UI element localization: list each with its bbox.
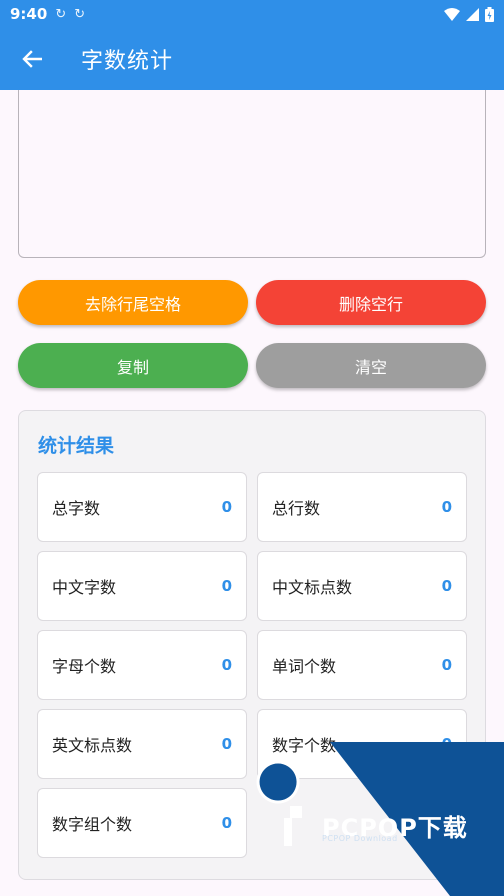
stat-value: 0 [221, 498, 232, 516]
stat-digits: 数字个数 0 [257, 709, 467, 779]
copy-button[interactable]: 复制 [18, 343, 248, 388]
stat-words: 单词个数 0 [257, 630, 467, 700]
sync-icon: ↻ [55, 6, 67, 22]
stat-value: 0 [221, 735, 232, 753]
stat-total-chars: 总字数 0 [37, 472, 247, 542]
status-time: 9:40 [10, 5, 48, 23]
wifi-icon [444, 7, 460, 21]
stat-label: 数字组个数 [52, 815, 133, 834]
stat-label: 中文标点数 [272, 578, 353, 597]
delete-empty-lines-button[interactable]: 删除空行 [256, 280, 486, 325]
arrow-left-icon [22, 50, 42, 68]
results-panel: 统计结果 总字数 0 总行数 0 中文字数 0 中文标点数 0 字母个数 0 单… [18, 410, 486, 880]
stat-value: 0 [221, 656, 232, 674]
stat-label: 字母个数 [52, 657, 117, 676]
stat-value: 0 [441, 735, 452, 753]
sync-icon: ↻ [74, 6, 86, 22]
page-title: 字数统计 [81, 49, 174, 74]
stat-value: 0 [441, 498, 452, 516]
stat-label: 单词个数 [272, 657, 337, 676]
clear-button[interactable]: 清空 [256, 343, 486, 388]
stat-label: 英文标点数 [52, 736, 133, 755]
back-button[interactable] [0, 28, 64, 90]
stat-english-punct: 英文标点数 0 [37, 709, 247, 779]
stat-chinese-punct: 中文标点数 0 [257, 551, 467, 621]
stat-label: 总行数 [272, 499, 321, 518]
trim-trailing-spaces-button[interactable]: 去除行尾空格 [18, 280, 248, 325]
stat-value: 0 [221, 814, 232, 832]
stat-number-groups: 数字组个数 0 [37, 788, 247, 858]
stat-value: 0 [441, 577, 452, 595]
stat-value: 0 [221, 577, 232, 595]
stat-label: 总字数 [52, 499, 101, 518]
stat-label: 中文字数 [52, 578, 117, 597]
stat-value: 0 [441, 656, 452, 674]
results-title: 统计结果 [38, 435, 115, 457]
text-input-area[interactable] [18, 90, 486, 258]
stat-label: 数字个数 [272, 736, 337, 755]
stat-total-lines: 总行数 0 [257, 472, 467, 542]
signal-icon [466, 7, 479, 21]
app-bar: 字数统计 [0, 28, 504, 90]
battery-icon [485, 6, 494, 22]
status-bar: 9:40 ↻ ↻ [0, 0, 504, 28]
stat-chinese-chars: 中文字数 0 [37, 551, 247, 621]
stat-letters: 字母个数 0 [37, 630, 247, 700]
